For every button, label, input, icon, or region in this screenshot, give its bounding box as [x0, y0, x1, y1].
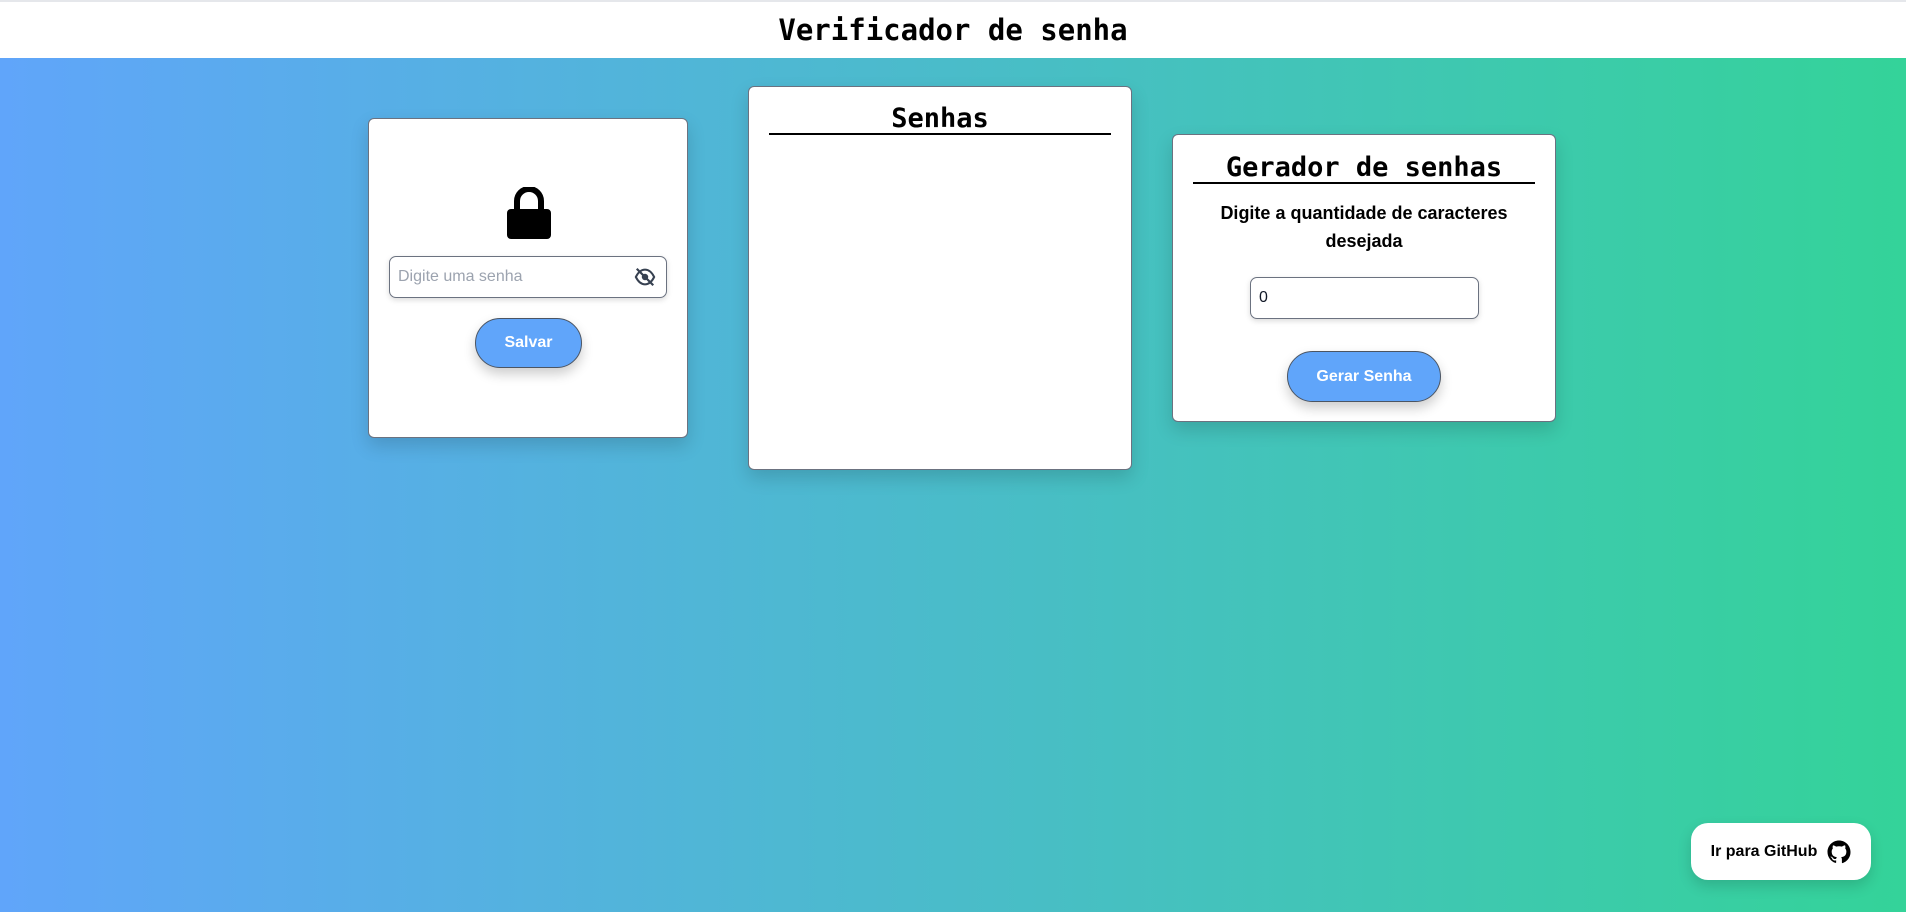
quantity-label: Digite a quantidade de caracteres deseja…	[1220, 203, 1508, 251]
generator-title: Gerador de senhas	[1193, 154, 1535, 184]
quantity-input[interactable]	[1250, 277, 1479, 319]
password-field	[389, 256, 667, 298]
page-header: Verificador de senha	[0, 0, 1906, 58]
password-card: Salvar	[368, 118, 688, 438]
password-input[interactable]	[398, 257, 618, 297]
lock-icon	[507, 187, 551, 239]
github-link-button[interactable]: Ir para GitHub	[1691, 823, 1871, 880]
passwords-title: Senhas	[769, 105, 1111, 135]
generator-card: Gerador de senhas Digite a quantidade de…	[1172, 134, 1556, 422]
github-link-label: Ir para GitHub	[1710, 842, 1818, 860]
generate-password-button[interactable]: Gerar Senha	[1287, 351, 1441, 402]
page-title: Verificador de senha	[778, 13, 1128, 47]
passwords-list	[769, 143, 1111, 453]
github-icon	[1827, 840, 1851, 863]
eye-slash-icon[interactable]	[634, 267, 656, 287]
save-button[interactable]: Salvar	[475, 318, 582, 368]
passwords-card: Senhas	[748, 86, 1132, 470]
